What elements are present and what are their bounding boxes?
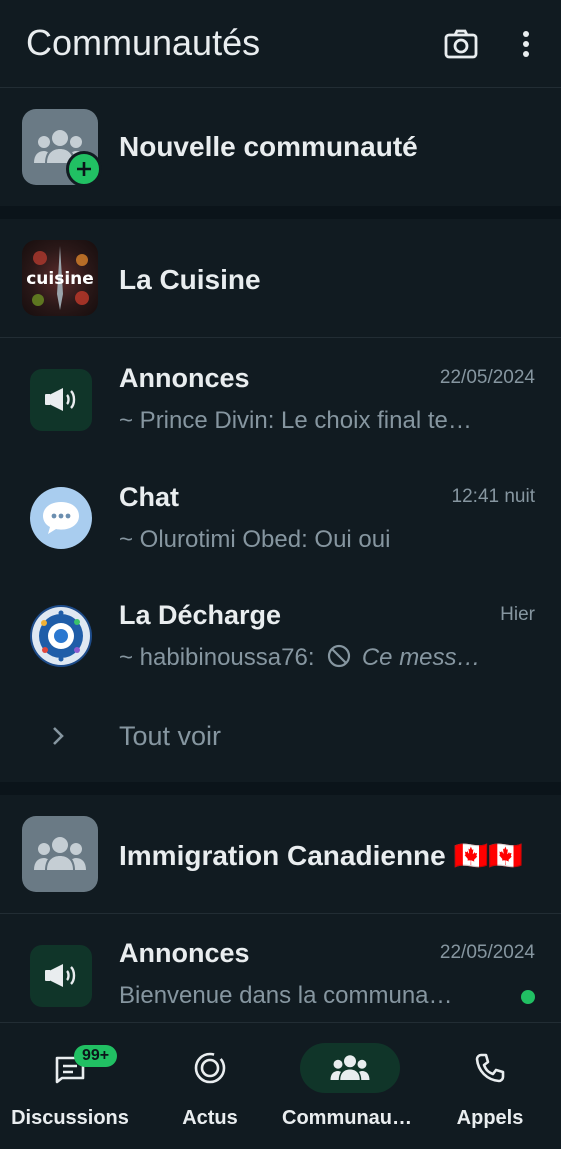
community-card-immigration: Immigration Canadienne 🇨🇦🇨🇦 Annonces 22/… [0,795,561,1022]
community-name: Immigration Canadienne 🇨🇦🇨🇦 [119,840,524,871]
preview-sender: ~ habibinoussa76: [119,644,315,671]
group-icon [22,816,98,892]
bottom-navigation: 99+ Discussions Actus Communaut… Appels [0,1022,561,1149]
community-card-la-cuisine: cuisine La Cuisine Annonces 22/05/2024 ~… [0,219,561,782]
channel-row-la-decharge[interactable]: La Décharge Hier ~ habibinoussa76: Ce me… [0,596,561,686]
channel-row-chat[interactable]: Chat 12:41 nuit ~ Olurotimi Obed: Oui ou… [0,478,561,568]
deleted-icon [327,644,351,674]
community-name: La Cuisine [119,264,261,295]
page-title: Communautés [26,22,261,63]
channel-row-annonces[interactable]: Annonces 22/05/2024 ~ Prince Divin: Le c… [0,359,561,449]
avatar-text: cuisine [26,269,94,289]
status-icon [160,1043,260,1093]
nav-label: Communaut… [282,1107,419,1129]
nav-communities[interactable]: Communaut… [280,1023,420,1149]
channel-time: 12:41 nuit [451,486,535,507]
chevron-right-icon [48,724,68,753]
megaphone-icon [30,369,92,431]
channel-avatar [30,605,92,667]
channel-name: Annonces [119,938,250,968]
see-all-label: Tout voir [119,721,222,751]
channel-time: 22/05/2024 [439,942,535,963]
channel-preview: ~ Olurotimi Obed: Oui oui [119,526,391,553]
new-community-row[interactable]: Nouvelle communauté [0,88,561,206]
channel-preview: Bienvenue dans la communa… [119,982,453,1009]
nav-label: Appels [456,1107,524,1129]
nav-label: Discussions [11,1107,129,1129]
community-header[interactable]: cuisine La Cuisine [0,219,561,337]
camera-icon[interactable] [443,26,479,62]
channel-preview: ~ Prince Divin: Le choix final te… [119,407,472,434]
unread-count-badge: 99+ [74,1045,118,1067]
community-divider [0,337,561,338]
channel-name: Chat [119,482,179,512]
nav-label: Actus [182,1107,238,1129]
channel-row-annonces[interactable]: Annonces 22/05/2024 Bienvenue dans la co… [0,936,561,1022]
nav-actus[interactable]: Actus [140,1023,280,1149]
nav-appels[interactable]: Appels [420,1023,560,1149]
top-app-bar: Communautés [0,0,561,88]
community-header[interactable]: Immigration Canadienne 🇨🇦🇨🇦 [0,795,561,913]
unread-dot [521,990,535,1004]
channel-time: Hier [500,604,535,625]
new-community-label: Nouvelle communauté [119,131,418,162]
chat-bubble-icon [30,487,92,549]
nav-discussions[interactable]: 99+ Discussions [0,1023,140,1149]
see-all-row[interactable]: Tout voir [0,714,561,764]
community-divider [0,913,561,914]
more-vertical-icon[interactable] [514,26,538,62]
preview-deleted-text: Ce mess… [361,644,481,671]
communities-icon [300,1043,400,1093]
phone-icon [440,1043,540,1093]
megaphone-icon [30,945,92,1007]
channel-preview: ~ habibinoussa76: Ce mess… [119,644,519,674]
plus-icon [66,151,102,187]
channel-name: La Décharge [119,600,282,630]
community-avatar: cuisine [22,240,98,316]
channel-name: Annonces [119,363,250,393]
channel-time: 22/05/2024 [439,367,535,388]
